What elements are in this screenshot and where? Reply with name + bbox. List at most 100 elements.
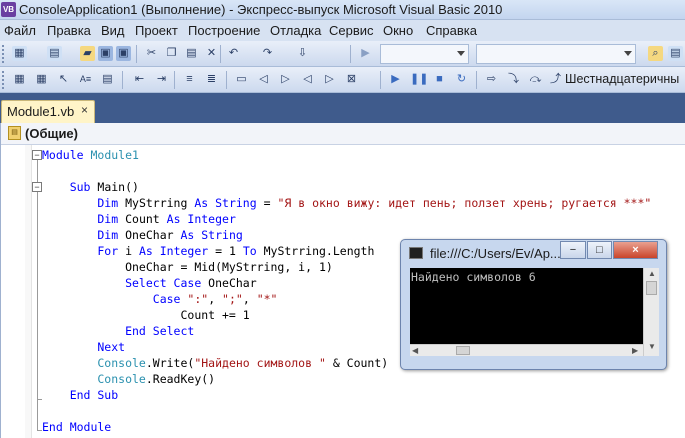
code-token: MyStrring.Length — [263, 244, 375, 258]
code-line[interactable]: End Module — [42, 419, 651, 435]
show-next-statement-icon[interactable]: ⇨ — [484, 72, 499, 87]
find-combo[interactable] — [476, 44, 636, 64]
prev-bookmark-icon[interactable]: ◁ — [256, 72, 271, 87]
copy-icon[interactable]: ❐ — [164, 46, 179, 61]
code-line[interactable] — [42, 403, 651, 419]
configuration-combo[interactable] — [380, 44, 469, 64]
code-token: As String — [194, 196, 264, 210]
scroll-left-icon[interactable]: ◀ — [412, 346, 418, 355]
scroll-right-icon[interactable]: ▶ — [632, 346, 638, 355]
object-browser-icon[interactable]: ▦ — [12, 72, 27, 87]
break-all-icon[interactable]: ❚❚ — [410, 72, 428, 87]
paste-icon[interactable]: ▤ — [184, 46, 199, 61]
menu-debug[interactable]: Отладка — [270, 23, 321, 38]
comment-icon[interactable]: ≡ — [182, 72, 197, 87]
code-token: = — [263, 196, 278, 210]
continue-icon[interactable]: ▶ — [388, 72, 403, 87]
toolbar-separator — [136, 45, 137, 63]
code-line[interactable]: End Sub — [42, 387, 651, 403]
toolbar-separator — [220, 45, 221, 63]
code-line[interactable] — [42, 163, 651, 179]
close-button[interactable]: × — [613, 241, 658, 259]
class-view-icon[interactable]: ▦ — [34, 72, 49, 87]
stop-icon[interactable]: ■ — [432, 72, 447, 87]
code-token: Console — [42, 356, 146, 370]
clear-bookmarks-icon[interactable]: ⊠ — [344, 72, 359, 87]
console-output-area: Найдено символов 6 — [410, 268, 643, 356]
start-debug-icon[interactable]: ▶ — [358, 46, 373, 61]
horizontal-scrollbar[interactable]: ◀ ▶ — [410, 344, 643, 356]
code-line[interactable]: Dim MyStrring As String = "Я в окно вижу… — [42, 195, 651, 211]
tab-module1[interactable]: Module1.vb × — [1, 100, 95, 123]
chevron-down-icon — [457, 51, 465, 56]
open-file-icon[interactable]: ▰ — [80, 46, 95, 61]
code-token: OneChar = Mid(MyStrring, i, 1) — [42, 260, 333, 274]
step-out-icon[interactable]: ⤴ — [548, 72, 563, 87]
code-token: End Sub — [42, 388, 119, 402]
menu-help[interactable]: Справка — [426, 23, 477, 38]
collapse-icon[interactable]: − — [32, 150, 42, 160]
code-line[interactable]: Module Module1 — [42, 147, 651, 163]
code-token: Module1 — [90, 148, 139, 162]
scroll-up-icon[interactable]: ▲ — [648, 269, 656, 278]
toolbar-grip[interactable] — [2, 71, 5, 89]
code-token: Select Case — [42, 276, 209, 290]
menu-file[interactable]: Файл — [4, 23, 36, 38]
indent-icon[interactable]: ⇥ — [154, 72, 169, 87]
find-in-files-icon[interactable]: ⌕ — [648, 46, 663, 61]
code-token: To — [242, 244, 264, 258]
member-navigation-bar[interactable]: ▤ (Общие) — [1, 123, 685, 145]
code-line[interactable]: Console.ReadKey() — [42, 371, 651, 387]
step-into-icon[interactable]: ⤵ — [506, 72, 521, 87]
add-item-icon[interactable]: ▤ — [47, 46, 62, 61]
code-token: Console — [42, 372, 146, 386]
menu-project[interactable]: Проект — [135, 23, 178, 38]
scroll-down-icon[interactable]: ▼ — [648, 342, 656, 351]
pointer-icon[interactable]: ↖ — [56, 72, 71, 87]
hex-display-toggle[interactable]: Шестнадцатеричны — [565, 72, 679, 86]
bookmark-icon[interactable]: ▭ — [234, 72, 249, 87]
scope-dropdown[interactable]: (Общие) — [25, 126, 78, 141]
menu-tools[interactable]: Сервис — [329, 23, 374, 38]
prev-bookmark-folder-icon[interactable]: ◁ — [300, 72, 315, 87]
close-icon[interactable]: × — [81, 103, 88, 117]
menu-edit[interactable]: Правка — [47, 23, 91, 38]
save-all-icon[interactable]: ▣ — [116, 46, 131, 61]
next-bookmark-folder-icon[interactable]: ▷ — [322, 72, 337, 87]
code-token: i — [125, 244, 139, 258]
next-bookmark-icon[interactable]: ▷ — [278, 72, 293, 87]
new-project-icon[interactable]: ▦ — [12, 46, 27, 61]
properties-icon[interactable]: ▤ — [100, 72, 115, 87]
font-size-icon[interactable]: A≡ — [78, 72, 93, 87]
standard-toolbar: ▦ ▤ ▰ ▣ ▣ ✂ ❐ ▤ ✕ ↶ ↷ ⇩ ▶ ⌕ ▤ — [0, 41, 685, 67]
code-token: Next — [42, 340, 126, 354]
menu-window[interactable]: Окно — [383, 23, 413, 38]
undo-icon[interactable]: ↶ — [226, 46, 241, 61]
redo-icon[interactable]: ↷ — [260, 46, 275, 61]
minimize-button[interactable]: − — [560, 241, 586, 259]
navigate-icon[interactable]: ⇩ — [295, 46, 310, 61]
save-icon[interactable]: ▣ — [98, 46, 113, 61]
restart-icon[interactable]: ↻ — [454, 72, 469, 87]
maximize-button[interactable]: □ — [587, 241, 612, 259]
console-window[interactable]: file:///C:/Users/Ev/Ap... − □ × Найдено … — [400, 239, 667, 370]
code-line[interactable]: Sub Main() — [42, 179, 651, 195]
toolbar-grip[interactable] — [2, 45, 5, 63]
outdent-icon[interactable]: ⇤ — [132, 72, 147, 87]
code-token: Case — [42, 292, 188, 306]
code-token: Count += 1 — [42, 308, 250, 322]
solution-explorer-icon[interactable]: ▤ — [668, 46, 683, 61]
scroll-thumb[interactable] — [646, 281, 657, 295]
vertical-scrollbar[interactable]: ▲ ▼ — [643, 268, 659, 356]
toolbar-separator — [226, 71, 227, 89]
uncomment-icon[interactable]: ≣ — [204, 72, 219, 87]
menu-view[interactable]: Вид — [101, 23, 125, 38]
delete-icon[interactable]: ✕ — [204, 46, 219, 61]
collapse-icon[interactable]: − — [32, 182, 42, 192]
step-over-icon[interactable]: ⤼ — [528, 72, 543, 87]
cut-icon[interactable]: ✂ — [144, 46, 159, 61]
menu-build[interactable]: Построение — [188, 23, 260, 38]
code-line[interactable]: Dim Count As Integer — [42, 211, 651, 227]
scroll-thumb[interactable] — [456, 346, 470, 355]
code-token: .ReadKey() — [145, 372, 216, 386]
